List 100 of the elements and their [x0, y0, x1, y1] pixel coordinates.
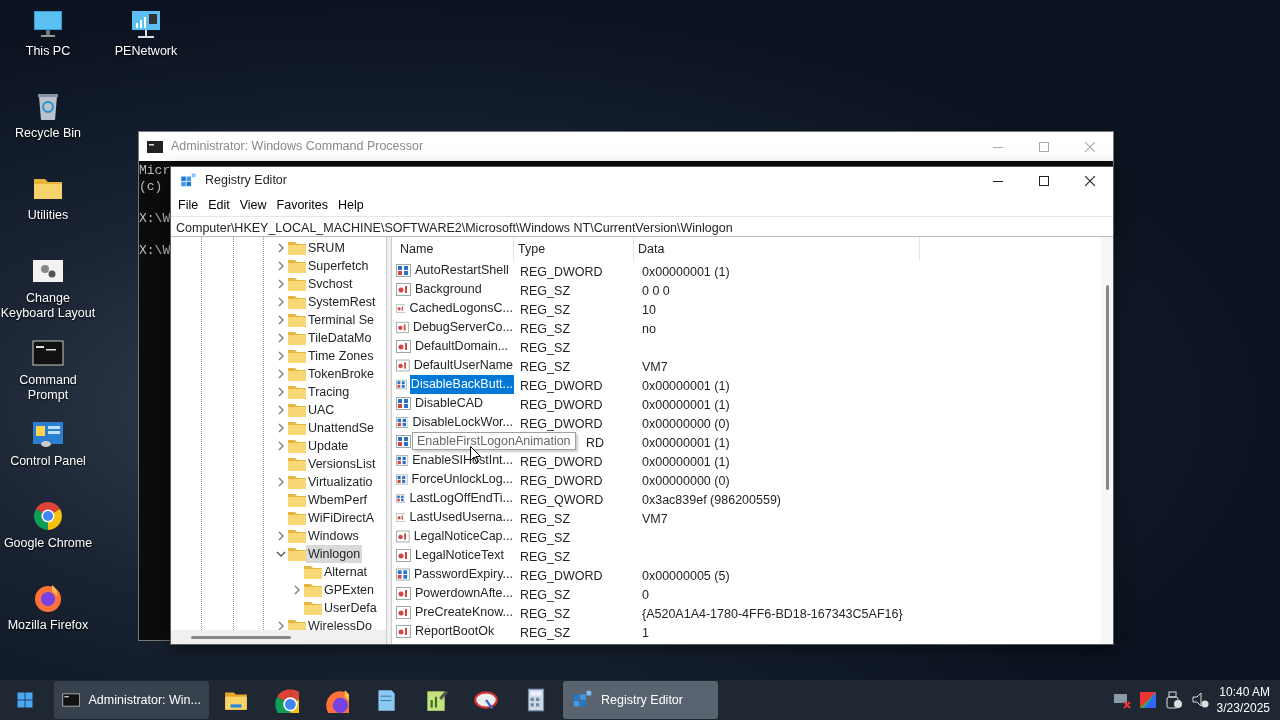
- expand-chevron-icon[interactable]: [276, 423, 286, 433]
- taskbar-window-button[interactable]: Administrator: Win...: [54, 681, 209, 719]
- value-type: REG_DWORD: [520, 568, 603, 583]
- clock-time[interactable]: 10:40 AM: [1219, 684, 1270, 700]
- value-data: 0x3ac839ef (986200559): [642, 492, 781, 507]
- value-name[interactable]: LegalNoticeCap...: [412, 527, 514, 546]
- folder-icon: [288, 385, 306, 399]
- value-data: 0: [642, 587, 649, 602]
- tree-item[interactable]: UAC: [306, 400, 337, 420]
- usb-drive-icon[interactable]: [1164, 691, 1183, 709]
- menu-item[interactable]: Help: [333, 194, 369, 216]
- tree-item[interactable]: WiFiDirectA: [306, 508, 376, 528]
- tree-item[interactable]: SystemRest: [306, 292, 378, 312]
- folder-icon: [304, 565, 322, 579]
- expand-chevron-icon[interactable]: [276, 405, 286, 415]
- expand-chevron-icon[interactable]: [276, 369, 286, 379]
- address-bar[interactable]: Computer\HKEY_LOCAL_MACHINE\SOFTWARE2\Microsoft\Windows NT\CurrentVersion\Winlogon: [171, 216, 1113, 237]
- shortcut-label[interactable]: Command Prompt: [0, 373, 96, 403]
- tree-item[interactable]: Terminal Se: [306, 310, 376, 330]
- value-type: REG_SZ: [520, 302, 570, 317]
- expand-chevron-icon[interactable]: [276, 297, 286, 307]
- value-name[interactable]: DisableLockWor...: [411, 413, 514, 432]
- value-name[interactable]: PasswordExpiry...: [412, 565, 514, 584]
- speaker-muted-icon[interactable]: [1190, 691, 1209, 709]
- scrollbar-thumb[interactable]: [1105, 285, 1109, 490]
- expand-chevron-icon[interactable]: [276, 531, 286, 541]
- collapse-chevron-icon[interactable]: [276, 549, 286, 559]
- expand-chevron-icon[interactable]: [276, 279, 286, 289]
- expand-chevron-icon[interactable]: [276, 387, 286, 397]
- folder-icon: [304, 601, 322, 615]
- tree-item[interactable]: Svchost: [306, 274, 355, 294]
- column-header[interactable]: Name: [396, 237, 514, 261]
- expand-chevron-icon[interactable]: [276, 315, 286, 325]
- value-name[interactable]: LegalNoticeText: [414, 546, 514, 565]
- value-name[interactable]: DebugServerCo...: [411, 318, 514, 337]
- column-header[interactable]: Type: [514, 237, 634, 261]
- clock-date[interactable]: 3/23/2025: [1216, 700, 1270, 716]
- tree-item[interactable]: UnattendSe: [306, 418, 377, 438]
- shortcut-label[interactable]: Recycle Bin: [15, 126, 81, 141]
- expand-chevron-icon[interactable]: [276, 333, 286, 343]
- tree-item[interactable]: UserDefa: [322, 598, 379, 618]
- value-name[interactable]: DisableCAD: [414, 394, 514, 413]
- shortcut-label[interactable]: Mozilla Firefox: [7, 618, 89, 633]
- value-name[interactable]: LastUsedUserna...: [408, 508, 514, 527]
- tree-item[interactable]: VersionsList: [306, 454, 378, 474]
- menu-item[interactable]: Edit: [203, 194, 235, 216]
- tree-item[interactable]: Virtualizatio: [306, 472, 375, 492]
- value-name[interactable]: ForceUnlockLog...: [410, 470, 514, 489]
- value-name[interactable]: LastLogOffEndTi...: [408, 489, 514, 508]
- shortcut-label[interactable]: Change Keyboard Layout: [0, 291, 96, 321]
- tree-item[interactable]: Alternat: [322, 562, 370, 582]
- tree-item[interactable]: Update: [306, 436, 351, 456]
- expand-chevron-icon[interactable]: [276, 441, 286, 451]
- value-name[interactable]: CachedLogonsC...: [408, 299, 514, 318]
- round-browser-icon[interactable]: [32, 500, 64, 532]
- tree-item[interactable]: Winlogon: [306, 544, 363, 564]
- fox-browser-icon[interactable]: [32, 582, 64, 614]
- menu-item[interactable]: Favorites: [271, 194, 333, 216]
- tree-item[interactable]: SRUM: [306, 238, 347, 258]
- tree-item[interactable]: TileDataMo: [306, 328, 374, 348]
- menu-item[interactable]: View: [234, 194, 272, 216]
- taskbar-window-button[interactable]: Registry Editor: [563, 681, 718, 719]
- shortcut-label[interactable]: Google Chrome: [3, 536, 93, 551]
- network-error-icon[interactable]: [1112, 691, 1131, 709]
- expand-chevron-icon[interactable]: [276, 477, 286, 487]
- shortcut-label[interactable]: PENetwork: [114, 44, 178, 59]
- text-value-icon: [396, 548, 411, 563]
- tree-item[interactable]: Windows: [306, 526, 361, 546]
- value-name[interactable]: Background: [414, 280, 514, 299]
- terminal-icon[interactable]: [32, 337, 64, 369]
- value-name[interactable]: ReportBootOk: [414, 622, 514, 641]
- color-square-icon[interactable]: [1138, 691, 1157, 709]
- value-name[interactable]: EnableSIHostInt...: [411, 451, 514, 470]
- menu-item[interactable]: File: [173, 194, 204, 216]
- tree-item[interactable]: GPExten: [322, 580, 377, 600]
- tree-item[interactable]: WirelessDo: [306, 616, 374, 630]
- tree-item[interactable]: TokenBroke: [306, 364, 376, 384]
- value-name[interactable]: DefaultUserName: [412, 356, 514, 375]
- network-monitor-icon[interactable]: [130, 8, 162, 40]
- shortcut-label[interactable]: Control Panel: [10, 454, 86, 469]
- column-header[interactable]: Data: [634, 237, 920, 261]
- tree-item[interactable]: WbemPerf: [306, 490, 370, 510]
- value-name[interactable]: AutoRestartShell: [414, 261, 514, 280]
- value-name[interactable]: PowerdownAfte...: [414, 584, 514, 603]
- tree-item[interactable]: Superfetch: [306, 256, 371, 276]
- monitor-icon[interactable]: [32, 8, 64, 40]
- expand-chevron-icon[interactable]: [276, 351, 286, 361]
- folder-icon: [288, 367, 306, 381]
- tree-item[interactable]: Time Zones: [306, 346, 376, 366]
- value-name[interactable]: DisableBackButt...: [409, 375, 514, 394]
- expand-chevron-icon[interactable]: [276, 243, 286, 253]
- expand-chevron-icon[interactable]: [292, 585, 302, 595]
- expand-chevron-icon[interactable]: [276, 261, 286, 271]
- tree-item[interactable]: Tracing: [306, 382, 352, 402]
- shortcut-label[interactable]: This PC: [25, 44, 71, 59]
- value-name[interactable]: DefaultDomain...: [414, 337, 514, 356]
- value-name[interactable]: PreCreateKnow...: [414, 603, 514, 622]
- shortcut-label[interactable]: Utilities: [27, 208, 69, 223]
- scrollbar-thumb[interactable]: [191, 635, 291, 639]
- text-value-icon: [396, 624, 411, 639]
